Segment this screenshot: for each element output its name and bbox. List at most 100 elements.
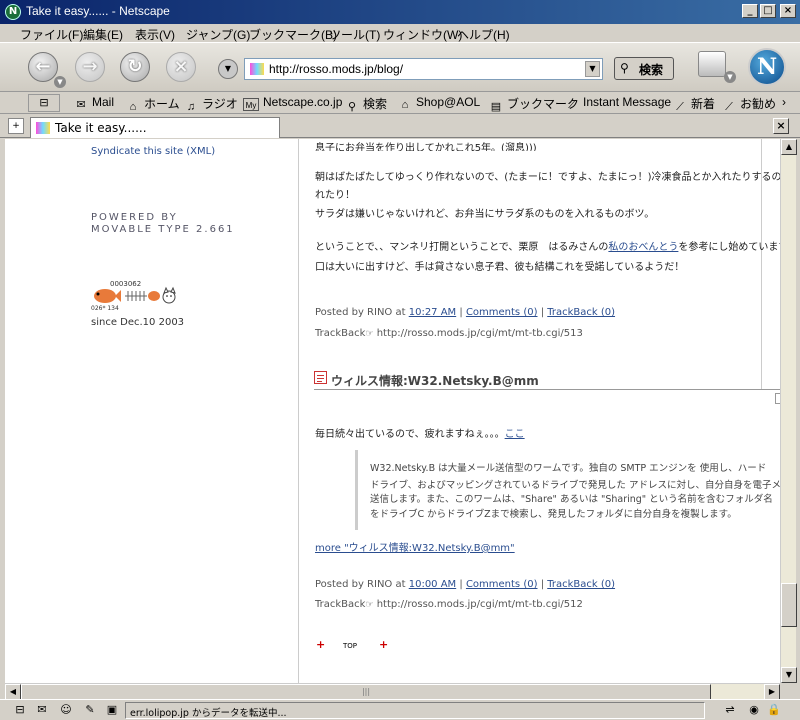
- fish-counter-image: [94, 286, 176, 304]
- status-mail-icon[interactable]: ✉: [34, 703, 50, 717]
- bookmark-netscape[interactable]: My Netscape.co.jp: [243, 95, 342, 111]
- stop-icon[interactable]: ×: [166, 52, 196, 82]
- quote-line-1: W32.Netsky.B は大量メール送信型のワームです。独自の SMTP エン…: [370, 463, 767, 474]
- navigation-toolbar: ← ▼ → ↻ × ▼ ▼ ⚲ 検索 ▼ N: [0, 42, 800, 92]
- scroll-right-icon[interactable]: ▶: [764, 684, 780, 700]
- toolbar-toggle-icon[interactable]: ⊟: [28, 94, 60, 112]
- privacy-eye-icon[interactable]: ◉: [746, 703, 762, 717]
- post1-permalink[interactable]: 10:27 AM: [409, 307, 456, 318]
- menu-edit[interactable]: 編集(E): [83, 26, 123, 43]
- post2-footer: Posted by RINO at 10:00 AM | Comments (0…: [315, 579, 616, 590]
- scroll-up-icon[interactable]: ▲: [781, 139, 797, 155]
- post2-comments-link[interactable]: Comments (0): [466, 579, 538, 590]
- post2-intro: 毎日続々出ているので、疲れますねぇ。。。ここ: [315, 429, 525, 440]
- post1-cut-line: 息子にお弁当を作り出してかれこれ5年。(溜息))): [315, 143, 537, 151]
- menu-file[interactable]: ファイル(F): [20, 26, 83, 43]
- menu-bookmarks[interactable]: ブックマーク(B): [249, 26, 337, 43]
- post1-para1-line3: サラダは嫌いじゃないけれど、お弁当にサラダ系のものを入れるものボツ。: [315, 209, 655, 220]
- status-address-icon[interactable]: ▣: [104, 703, 120, 717]
- menu-tools[interactable]: ツール(T): [329, 26, 380, 43]
- since-date: since Dec.10 2003: [91, 317, 185, 328]
- page-content: Syndicate this site (XML) POWERED BY MOV…: [5, 139, 780, 683]
- status-text: err.lolipop.jp からデータを転送中...: [130, 708, 287, 719]
- horizontal-scroll-thumb[interactable]: |||: [21, 684, 711, 700]
- horizontal-scrollbar[interactable]: ◀ ||| ▶: [5, 683, 780, 700]
- bookmark-recommend[interactable]: ⟋ お勧め: [722, 95, 776, 114]
- personal-toolbar: ⊟ ✉ Mail ⌂ ホーム ♫ ラジオ My Netscape.co.jp ⚲ 検索 ⌂…: [0, 92, 800, 114]
- movable-type-link[interactable]: MOVABLE TYPE 2.661: [91, 224, 235, 235]
- post2-title-rule: [314, 389, 780, 390]
- post2-trackback-line: TrackBack☞ http://rosso.mods.jp/cgi/mt/m…: [315, 599, 583, 610]
- tab-bar: + Take it easy...... ×: [0, 114, 800, 138]
- top-link[interactable]: TOP: [343, 642, 357, 650]
- site-icon: [250, 63, 264, 75]
- scroll-down-icon[interactable]: ▼: [781, 667, 797, 683]
- menu-window[interactable]: ウィンドウ(W): [383, 26, 462, 43]
- bookmark-home[interactable]: ⌂ ホーム: [126, 95, 180, 114]
- syndicate-link[interactable]: Syndicate this site (XML): [91, 146, 215, 157]
- netscape-logo-icon: N: [5, 4, 21, 20]
- magnifier-icon: ⚲: [620, 61, 629, 75]
- red-cross-icon: +: [379, 638, 389, 651]
- post1-para2-line2: 口は大いに出すけど、手は貸さない息子君、彼も結構これを受諾しているようだ！: [315, 262, 685, 273]
- link-icon: ⟋: [568, 99, 576, 111]
- new-tab-icon[interactable]: +: [8, 118, 24, 134]
- red-cross-icon: +: [316, 638, 326, 651]
- reload-icon[interactable]: ↻: [120, 52, 150, 82]
- post1-comments-link[interactable]: Comments (0): [466, 307, 538, 318]
- bookmark-search[interactable]: ⚲ 検索: [345, 95, 387, 114]
- post2-trackback-link[interactable]: TrackBack (0): [547, 579, 615, 590]
- nav-dropdown-icon[interactable]: ▼: [218, 59, 238, 79]
- post2-permalink[interactable]: 10:00 AM: [409, 579, 456, 590]
- pointing-hand-icon: ☞: [365, 329, 374, 339]
- forward-icon[interactable]: →: [75, 52, 105, 82]
- link-icon: ⟋: [725, 101, 733, 113]
- bookmark-shop[interactable]: ⌂ Shop@AOL: [398, 95, 481, 112]
- note-pencil-icon: [314, 371, 327, 384]
- minimize-button[interactable]: _: [742, 4, 758, 18]
- tab-site-icon: [36, 122, 50, 134]
- url-dropdown-icon[interactable]: ▼: [585, 61, 600, 77]
- post1-para2-line1: ということで、、マンネリ打開ということで、栗原 はるみさんの私のおべんとうを参考…: [315, 242, 780, 253]
- link-icon: ⟋: [676, 101, 684, 113]
- maximize-button[interactable]: □: [760, 4, 776, 18]
- menu-go[interactable]: ジャンプ(G): [186, 26, 250, 43]
- bookmark-radio[interactable]: ♫ ラジオ: [184, 95, 238, 114]
- scroll-left-icon[interactable]: ◀: [5, 684, 21, 700]
- search-icon: ⚲: [347, 101, 357, 113]
- tab-take-it-easy[interactable]: Take it easy......: [30, 117, 280, 138]
- url-input[interactable]: [269, 61, 579, 77]
- close-button[interactable]: ×: [780, 4, 796, 18]
- bookmark-im[interactable]: ⟋ Instant Message: [565, 95, 671, 112]
- bookmark-mail[interactable]: ✉ Mail: [74, 95, 114, 112]
- my-bento-link[interactable]: 私のおべんとう: [608, 242, 678, 253]
- bookmark-new[interactable]: ⟋ 新着: [673, 95, 715, 114]
- pointing-hand-icon: ☞: [365, 600, 374, 610]
- url-bar[interactable]: ▼: [244, 58, 603, 80]
- online-plug-icon[interactable]: ⇌: [722, 703, 738, 717]
- close-tab-icon[interactable]: ×: [773, 118, 789, 134]
- mail-icon: ✉: [76, 99, 86, 111]
- post2-more-link[interactable]: more "ウィルス情報:W32.Netsky.B@mm": [315, 539, 515, 554]
- tab-label: Take it easy......: [55, 121, 147, 135]
- column-divider: [298, 139, 299, 683]
- print-icon[interactable]: [698, 51, 726, 77]
- vertical-scrollbar[interactable]: ▲ ▼: [780, 139, 797, 683]
- counter-small: 026* 134: [91, 305, 119, 312]
- print-menu-icon[interactable]: ▼: [724, 71, 736, 83]
- post1-para1-line2: れたり！: [315, 190, 355, 201]
- bar-toggle-icon[interactable]: ⊟: [12, 703, 28, 717]
- post2-here-link[interactable]: ここ: [505, 429, 525, 440]
- status-composer-icon[interactable]: ✎: [82, 703, 98, 717]
- back-menu-icon[interactable]: ▼: [54, 76, 66, 88]
- netscape-throbber-icon[interactable]: N: [748, 48, 786, 86]
- toolbar-overflow-icon[interactable]: ›: [782, 95, 786, 109]
- title-bar: N Take it easy...... - Netscape _ □ ×: [0, 0, 800, 24]
- status-aim-icon[interactable]: ☺: [58, 703, 74, 717]
- menu-view[interactable]: 表示(V): [135, 26, 175, 43]
- post1-trackback-link[interactable]: TrackBack (0): [547, 307, 615, 318]
- vertical-scroll-thumb[interactable]: [781, 583, 797, 627]
- search-button[interactable]: ⚲ 検索: [614, 57, 674, 80]
- back-icon[interactable]: ←: [28, 52, 58, 82]
- menu-help[interactable]: ヘルプ(H): [457, 26, 510, 43]
